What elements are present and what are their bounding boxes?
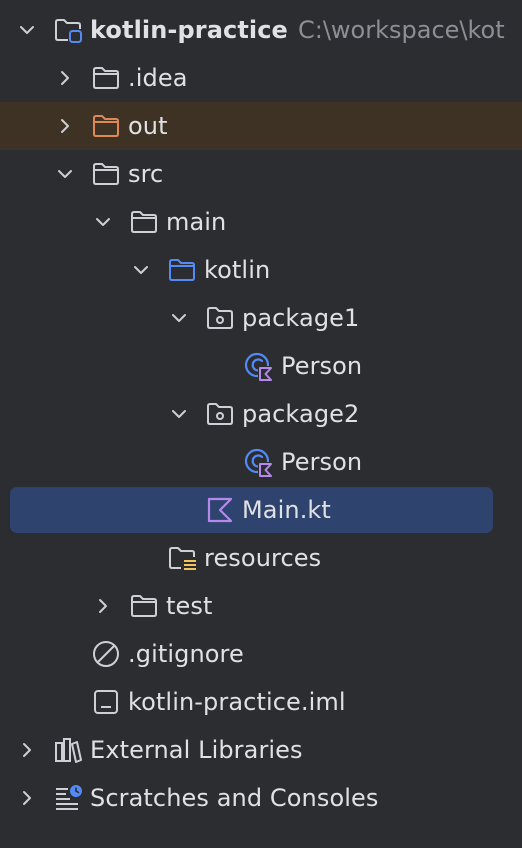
resources-folder-icon [169, 547, 196, 570]
project-root-label: kotlin-practice [90, 16, 288, 44]
tree-row-idea[interactable]: .idea [0, 54, 522, 102]
kotlin-class-icon [244, 448, 273, 477]
folder-icon [131, 595, 157, 617]
project-root-path: C:\workspace\kot [298, 16, 505, 44]
project-tree: kotlin-practice C:\workspace\kot .idea o… [0, 0, 522, 848]
source-root-folder-icon [169, 259, 195, 281]
tree-row-resources[interactable]: resources [0, 534, 522, 582]
resources-label: resources [204, 544, 322, 572]
tree-row-kotlin[interactable]: kotlin [0, 246, 522, 294]
gitignore-label: .gitignore [128, 640, 244, 668]
module-file-icon [94, 690, 118, 714]
tree-row-main[interactable]: main [0, 198, 522, 246]
kotlin-label: kotlin [204, 256, 271, 284]
tree-row-main-kt[interactable]: Main.kt [0, 486, 522, 534]
package1-label: package1 [242, 304, 360, 332]
tree-row-package1[interactable]: package1 [0, 294, 522, 342]
tree-row-scratches[interactable]: Scratches and Consoles [0, 774, 522, 822]
tree-row-gitignore[interactable]: .gitignore [0, 630, 522, 678]
package-icon [207, 403, 233, 425]
out-label: out [128, 112, 168, 140]
external-libraries-label: External Libraries [90, 736, 303, 764]
iml-label: kotlin-practice.iml [128, 688, 346, 716]
chevron-down-icon[interactable] [14, 17, 40, 43]
tree-row-package2-person[interactable]: Person [0, 438, 522, 486]
tree-row-package2[interactable]: package2 [0, 390, 522, 438]
ignore-file-icon [93, 641, 119, 667]
tree-row-src[interactable]: src [0, 150, 522, 198]
kotlin-class-icon [244, 352, 273, 381]
main-label: main [166, 208, 227, 236]
folder-icon [131, 211, 157, 233]
test-label: test [166, 592, 213, 620]
scratches-label: Scratches and Consoles [90, 784, 379, 812]
package2-person-label: Person [281, 448, 363, 476]
library-icon [55, 738, 82, 763]
package1-person-label: Person [281, 352, 363, 380]
tree-row-project-root[interactable]: kotlin-practice C:\workspace\kot [0, 6, 522, 54]
chevron-right-icon[interactable] [14, 737, 40, 763]
kotlin-file-icon [207, 497, 233, 523]
chevron-right-icon[interactable] [52, 65, 78, 91]
folder-icon [93, 163, 119, 185]
project-folder-icon [55, 19, 82, 43]
chevron-right-icon[interactable] [90, 593, 116, 619]
tree-row-test[interactable]: test [0, 582, 522, 630]
chevron-down-icon[interactable] [166, 401, 192, 427]
chevron-down-icon[interactable] [90, 209, 116, 235]
tree-row-out[interactable]: out [0, 102, 522, 150]
tree-row-package1-person[interactable]: Person [0, 342, 522, 390]
chevron-right-icon[interactable] [14, 785, 40, 811]
folder-icon [93, 67, 119, 89]
chevron-right-icon[interactable] [52, 113, 78, 139]
scratches-icon [56, 785, 82, 810]
main-kt-label: Main.kt [242, 496, 331, 524]
chevron-down-icon[interactable] [52, 161, 78, 187]
tree-row-iml[interactable]: kotlin-practice.iml [0, 678, 522, 726]
package-icon [207, 307, 233, 329]
idea-label: .idea [128, 64, 188, 92]
src-label: src [128, 160, 164, 188]
package2-label: package2 [242, 400, 360, 428]
tree-row-external-libraries[interactable]: External Libraries [0, 726, 522, 774]
excluded-folder-icon [93, 115, 119, 137]
chevron-down-icon[interactable] [128, 257, 154, 283]
chevron-down-icon[interactable] [166, 305, 192, 331]
